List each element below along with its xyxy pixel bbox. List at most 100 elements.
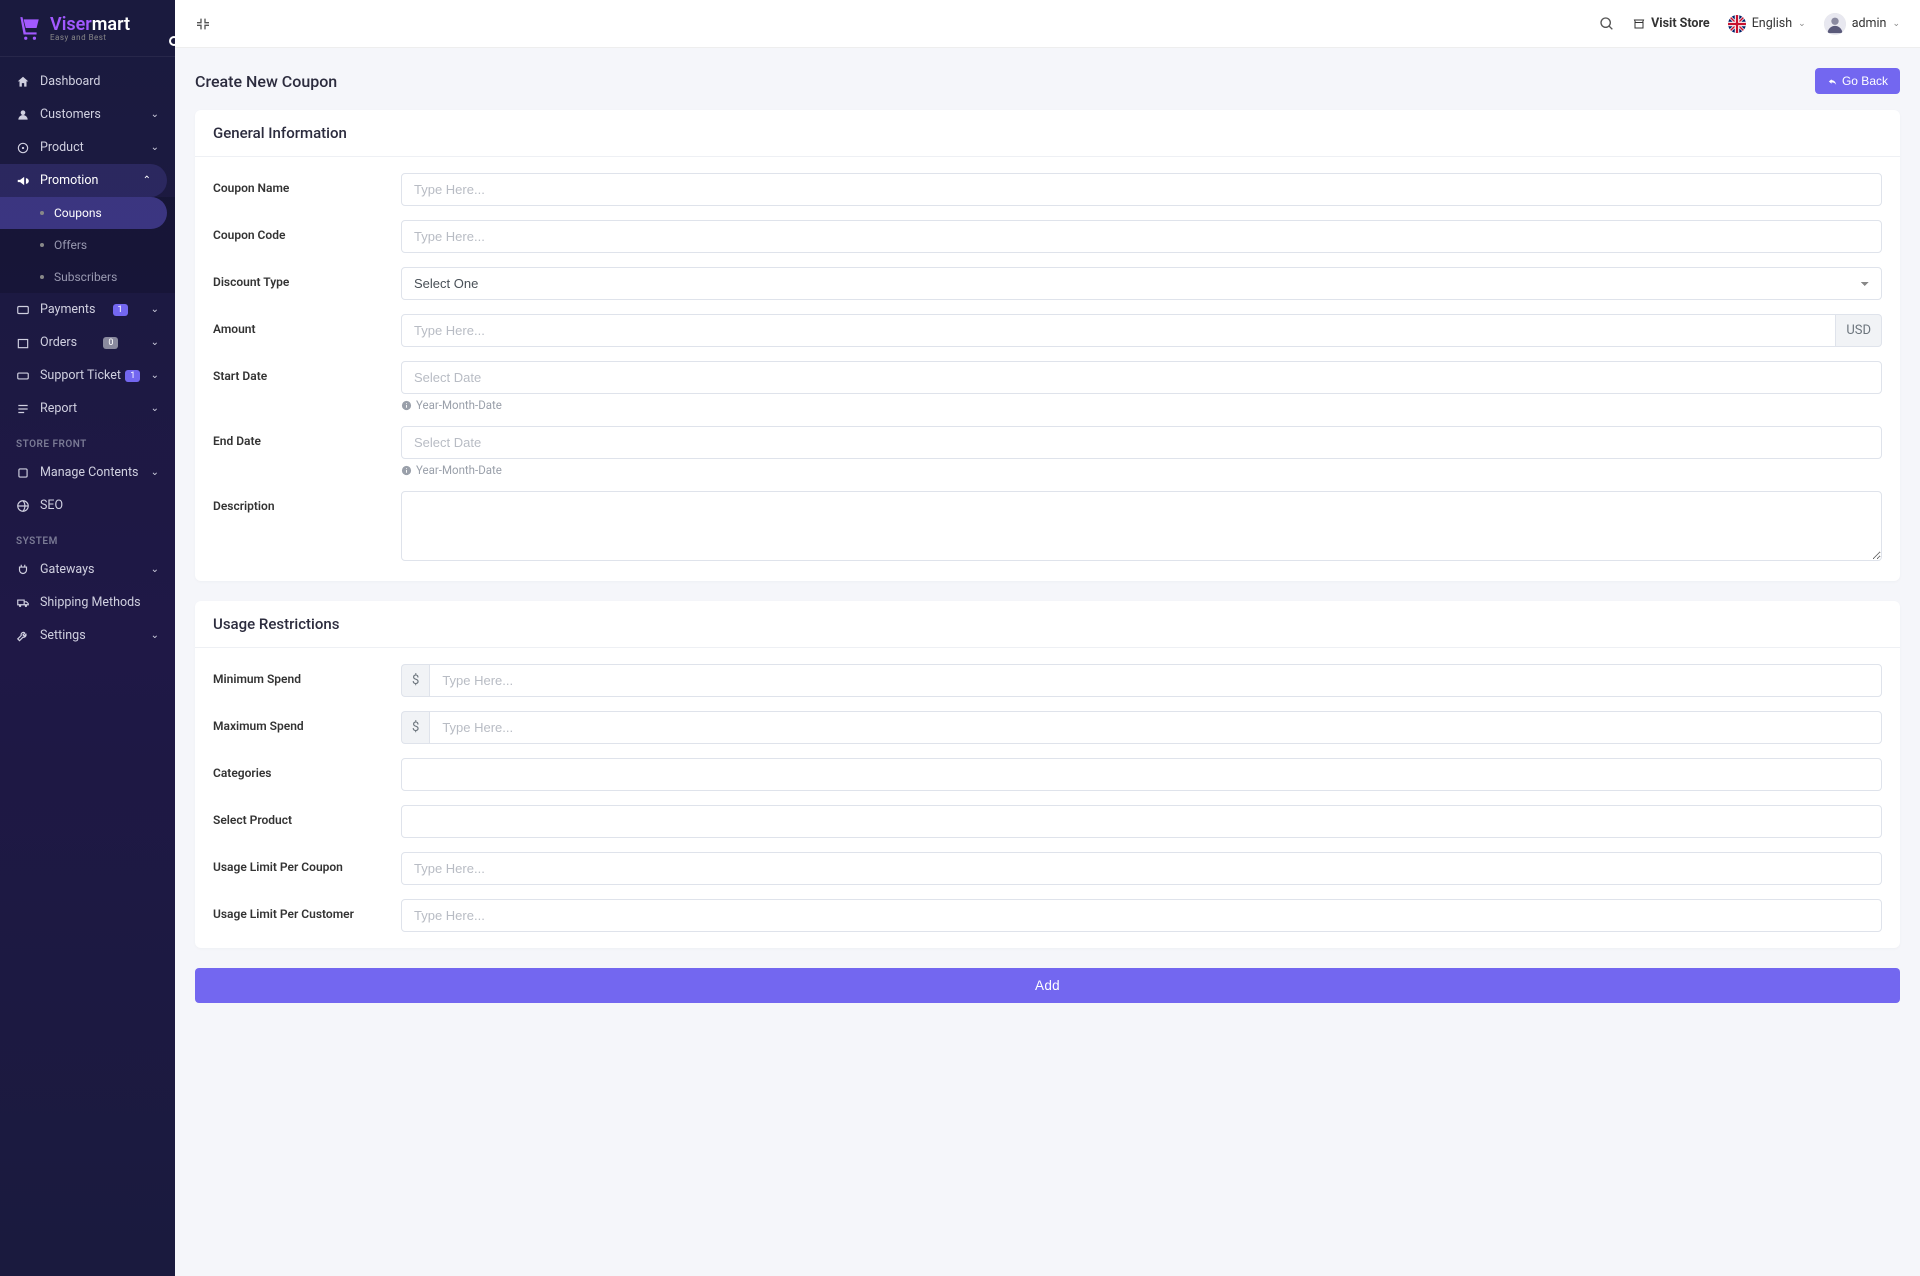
support-badge: 1 bbox=[125, 370, 140, 382]
sidebar-item-subscribers[interactable]: Subscribers bbox=[0, 261, 175, 293]
orders-badge: 0 bbox=[103, 337, 118, 349]
chevron-down-icon: ⌄ bbox=[151, 564, 159, 575]
chevron-down-icon: ⌄ bbox=[1798, 19, 1806, 29]
coupon-code-label: Coupon Code bbox=[213, 220, 401, 242]
usage-limit-coupon-label: Usage Limit Per Coupon bbox=[213, 852, 401, 874]
bullet-icon bbox=[40, 243, 44, 247]
sidebar-item-manage-contents[interactable]: Manage Contents ⌄ bbox=[0, 456, 175, 489]
min-spend-input[interactable] bbox=[429, 664, 1882, 697]
categories-input[interactable] bbox=[401, 758, 1882, 791]
flag-uk-icon bbox=[1728, 15, 1746, 33]
general-information-card: General Information Coupon Name Coupon C… bbox=[195, 110, 1900, 581]
sidebar-label: Customers bbox=[40, 107, 101, 122]
sidebar-header-storefront: STORE FRONT bbox=[0, 425, 175, 456]
crosshair-icon bbox=[16, 141, 30, 155]
end-date-hint: Year-Month-Date bbox=[416, 463, 502, 477]
chevron-down-icon: ⌄ bbox=[151, 403, 159, 414]
chevron-up-icon: ⌃ bbox=[143, 175, 151, 186]
sidebar-item-orders[interactable]: Orders 0 ⌄ bbox=[0, 326, 175, 359]
visit-store-label: Visit Store bbox=[1651, 16, 1710, 31]
sidebar-item-customers[interactable]: Customers ⌄ bbox=[0, 98, 175, 131]
plug-icon bbox=[16, 563, 30, 577]
sidebar-item-dashboard[interactable]: Dashboard bbox=[0, 65, 175, 98]
usage-limit-customer-label: Usage Limit Per Customer bbox=[213, 899, 401, 921]
megaphone-icon bbox=[16, 174, 30, 188]
visit-store-link[interactable]: Visit Store bbox=[1633, 16, 1710, 31]
sidebar-label: Promotion bbox=[40, 173, 98, 188]
description-input[interactable] bbox=[401, 491, 1882, 561]
sidebar-label: Gateways bbox=[40, 562, 95, 577]
topbar: Visit Store English ⌄ admin ⌄ bbox=[175, 0, 1920, 48]
start-date-hint: Year-Month-Date bbox=[416, 398, 502, 412]
start-date-input[interactable] bbox=[401, 361, 1882, 394]
store-icon bbox=[1633, 18, 1645, 30]
sidebar-item-settings[interactable]: Settings ⌄ bbox=[0, 619, 175, 652]
sidebar-item-shipping[interactable]: Shipping Methods bbox=[0, 586, 175, 619]
sidebar-label: Report bbox=[40, 401, 77, 416]
chevron-down-icon: ⌄ bbox=[151, 467, 159, 478]
bullet-icon bbox=[40, 275, 44, 279]
sidebar-label: Offers bbox=[54, 238, 87, 252]
description-label: Description bbox=[213, 491, 401, 513]
card-title-general: General Information bbox=[195, 110, 1900, 157]
box-icon bbox=[16, 336, 30, 350]
amount-currency-addon: USD bbox=[1836, 314, 1882, 347]
coupon-code-input[interactable] bbox=[401, 220, 1882, 253]
max-spend-label: Maximum Spend bbox=[213, 711, 401, 733]
home-icon bbox=[16, 75, 30, 89]
users-icon bbox=[16, 108, 30, 122]
promotion-submenu: Coupons Offers Subscribers bbox=[0, 197, 175, 293]
min-spend-label: Minimum Spend bbox=[213, 664, 401, 686]
sidebar-collapse-dot[interactable] bbox=[169, 36, 179, 46]
layers-icon bbox=[16, 466, 30, 480]
coupon-name-label: Coupon Name bbox=[213, 173, 401, 195]
sidebar-item-support[interactable]: Support Ticket 1 ⌄ bbox=[0, 359, 175, 392]
min-spend-addon: $ bbox=[401, 664, 429, 697]
sidebar-item-product[interactable]: Product ⌄ bbox=[0, 131, 175, 164]
payments-badge: 1 bbox=[113, 304, 128, 316]
topbar-search[interactable] bbox=[1599, 16, 1615, 32]
select-product-input[interactable] bbox=[401, 805, 1882, 838]
cart-icon bbox=[16, 15, 42, 41]
sidebar-item-offers[interactable]: Offers bbox=[0, 229, 175, 261]
reply-icon bbox=[1827, 76, 1838, 87]
user-menu[interactable]: admin ⌄ bbox=[1824, 13, 1900, 35]
end-date-input[interactable] bbox=[401, 426, 1882, 459]
globe-icon bbox=[16, 499, 30, 513]
sidebar-item-promotion[interactable]: Promotion ⌃ bbox=[0, 164, 167, 197]
chevron-down-icon: ⌄ bbox=[151, 142, 159, 153]
sidebar-item-coupons[interactable]: Coupons bbox=[0, 197, 167, 229]
sidebar-item-seo[interactable]: SEO bbox=[0, 489, 175, 522]
sidebar-label: Subscribers bbox=[54, 270, 117, 284]
brand-name-2: mart bbox=[92, 14, 130, 35]
brand-name-1: Viser bbox=[50, 14, 92, 35]
max-spend-input[interactable] bbox=[429, 711, 1882, 744]
end-date-label: End Date bbox=[213, 426, 401, 448]
sidebar-label: Settings bbox=[40, 628, 86, 643]
language-switcher[interactable]: English ⌄ bbox=[1728, 15, 1806, 33]
usage-limit-customer-input[interactable] bbox=[401, 899, 1882, 932]
amount-input[interactable] bbox=[401, 314, 1836, 347]
discount-type-select[interactable]: Select One bbox=[401, 267, 1882, 300]
coupon-name-input[interactable] bbox=[401, 173, 1882, 206]
user-label: admin bbox=[1852, 16, 1887, 31]
bullet-icon bbox=[40, 211, 44, 215]
usage-limit-coupon-input[interactable] bbox=[401, 852, 1882, 885]
sidebar-item-payments[interactable]: Payments 1 ⌄ bbox=[0, 293, 175, 326]
select-product-label: Select Product bbox=[213, 805, 401, 827]
sidebar-label: Manage Contents bbox=[40, 465, 139, 480]
go-back-label: Go Back bbox=[1842, 74, 1888, 88]
sidebar-item-gateways[interactable]: Gateways ⌄ bbox=[0, 553, 175, 586]
go-back-button[interactable]: Go Back bbox=[1815, 68, 1900, 94]
collapse-sidebar-icon[interactable] bbox=[195, 16, 211, 32]
start-date-label: Start Date bbox=[213, 361, 401, 383]
sidebar-nav: Dashboard Customers ⌄ Product ⌄ Promotio… bbox=[0, 57, 175, 660]
add-button[interactable]: Add bbox=[195, 968, 1900, 1003]
sidebar: Visermart Easy and Best Dashboard Custom… bbox=[0, 0, 175, 1276]
sidebar-item-report[interactable]: Report ⌄ bbox=[0, 392, 175, 425]
chevron-down-icon: ⌄ bbox=[151, 630, 159, 641]
sidebar-label: Support Ticket bbox=[40, 368, 121, 383]
brand-logo[interactable]: Visermart Easy and Best bbox=[0, 0, 175, 57]
list-icon bbox=[16, 402, 30, 416]
page-title: Create New Coupon bbox=[195, 72, 337, 91]
